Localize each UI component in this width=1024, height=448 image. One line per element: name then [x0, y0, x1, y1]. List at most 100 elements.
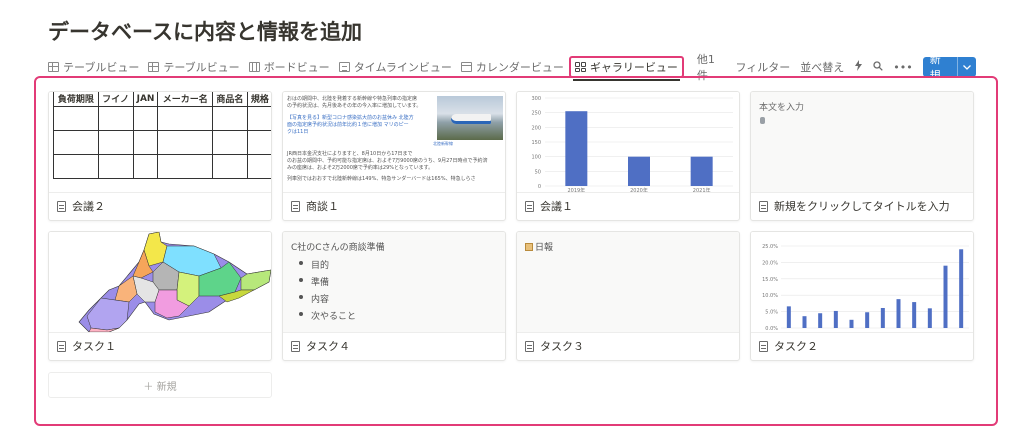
tab-label: カレンダービュー	[475, 61, 564, 74]
card-title: タスク１	[72, 340, 116, 353]
page-icon	[57, 200, 66, 212]
tab-table-view-2[interactable]: テーブルビュー	[148, 59, 240, 75]
timeline-icon	[338, 62, 350, 72]
table-header: メーカー名	[157, 92, 213, 107]
card-preview-daily: 日報	[517, 232, 739, 333]
page-icon	[759, 200, 768, 212]
gallery-card-kaigi-2[interactable]: 負荷期限 フイノ JAN メーカー名 商品名 規格 会議２	[48, 91, 272, 221]
article-line: おはの期間中、北陸を発着する新幹線や特急列車の指定席	[287, 96, 418, 102]
new-button[interactable]: 新規	[922, 53, 976, 82]
tab-gallery-view[interactable]: ギャラリービュー	[568, 56, 684, 81]
gallery-card-task-1[interactable]: タスク１	[48, 231, 272, 361]
table-header: 規格	[246, 92, 271, 107]
tab-label: タイムラインビュー	[353, 61, 452, 74]
card-preview-list: C社のCさんの商談準備 目的 準備 内容 次やること	[283, 232, 505, 333]
article-line: みの座席は、およそ2万2000席で予約率は29%となっています。	[287, 165, 434, 171]
bar-chart-2: 0.0%5.0%10.0%15.0%20.0%25.0%	[762, 244, 969, 332]
card-footer: タスク１	[49, 332, 271, 360]
daily-report: 日報	[525, 240, 553, 253]
article-link-line[interactable]: 【写真を見る】新型コロナ感染拡大前のお盆休み 北陸方	[287, 115, 433, 122]
bar	[818, 313, 823, 328]
sort-button[interactable]: 並べ替え	[800, 59, 844, 75]
table-header: フイノ	[97, 92, 134, 107]
view-toolbar: テーブルビュー テーブルビュー ボードビュー タイムラインビュー カレンダービュ…	[48, 53, 976, 82]
table-header: JAN	[132, 92, 159, 107]
y-tick-label: 150	[531, 140, 541, 146]
article-link-line[interactable]: クは11日	[287, 129, 433, 136]
table-header: 負荷期限	[53, 92, 99, 107]
tab-calendar-view[interactable]: カレンダービュー	[460, 59, 564, 75]
y-tick-label: 100	[531, 155, 541, 161]
article-link-line[interactable]: 面の指定席予約状況は前年比約１倍に増加 マリのピー	[287, 122, 433, 129]
y-tick-label: 20.0%	[762, 260, 778, 266]
chevron-down-icon[interactable]	[957, 57, 976, 77]
table-header: 商品名	[211, 92, 248, 107]
card-preview-table: 負荷期限 フイノ JAN メーカー名 商品名 規格	[49, 92, 271, 193]
bar-chart-1: 0501001502002503002019年 2020年 2021年	[531, 96, 733, 192]
tab-label: ボードビュー	[263, 61, 330, 74]
y-tick-label: 200	[531, 125, 541, 131]
list-item: 次やること	[299, 309, 356, 326]
card-footer: タスク２	[751, 332, 973, 360]
y-tick-label: 250	[531, 111, 541, 117]
tab-table-view-1[interactable]: テーブルビュー	[48, 59, 139, 75]
gallery-card-new-untitled[interactable]: 本文を入力 新規をクリックしてタイトルを入力	[750, 91, 974, 221]
bar	[565, 111, 588, 186]
list-item: 準備	[299, 275, 356, 292]
photo-caption: 北陸新幹線	[433, 141, 453, 146]
card-title: 商談１	[306, 200, 339, 213]
y-tick-label: 0	[538, 184, 541, 190]
y-tick-label: 15.0%	[762, 277, 778, 283]
bar	[896, 299, 901, 328]
tab-timeline-view[interactable]: タイムラインビュー	[338, 59, 452, 75]
list-title: C社のCさんの商談準備	[291, 243, 385, 253]
card-title: タスク２	[774, 340, 818, 353]
gallery-card-task-4[interactable]: C社のCさんの商談準備 目的 準備 内容 次やること タスク４	[282, 231, 506, 361]
bar	[690, 156, 713, 186]
tab-board-view[interactable]: ボードビュー	[248, 59, 330, 75]
train-photo	[437, 96, 503, 140]
y-tick-label: 25.0%	[762, 244, 778, 250]
add-new-card-button[interactable]: ＋ 新規	[48, 372, 272, 398]
page-icon	[291, 200, 300, 212]
page-icon	[525, 340, 534, 352]
list-item: 内容	[299, 292, 356, 309]
card-title: タスク４	[306, 340, 350, 353]
bar	[959, 249, 964, 328]
bar	[802, 316, 807, 328]
preview-table: 負荷期限 フイノ JAN メーカー名 商品名 規格	[53, 92, 271, 179]
daily-report-label: 日報	[535, 243, 554, 253]
article-preview: おはの期間中、北陸を発着する新幹線や特急列車の指定席 の予約状況は、先月後あその…	[287, 96, 503, 183]
gallery-card-task-2[interactable]: 0.0% 5.0% 10.0% 15.0% 20.0% 25.0% タスク２	[750, 231, 974, 361]
gallery-card-shodan-1[interactable]: おはの期間中、北陸を発着する新幹線や特急列車の指定席 の予約状況は、先月後あその…	[282, 91, 506, 221]
table-icon	[48, 62, 59, 72]
list-item: 目的	[299, 258, 356, 275]
bar	[912, 302, 917, 328]
bar	[943, 265, 948, 328]
bullet-list: 目的 準備 内容 次やること	[299, 258, 356, 326]
filter-button[interactable]: フィルター	[736, 59, 791, 75]
lightning-icon[interactable]	[854, 60, 863, 74]
card-preview-bar-chart: 0 50 100 150 200 250 300 2019年 2020年 2021年	[517, 92, 739, 193]
search-icon[interactable]	[873, 60, 884, 74]
bar	[628, 156, 650, 186]
gallery-icon	[574, 62, 586, 72]
tab-label: テーブルビュー	[163, 61, 240, 74]
card-title: 会議１	[540, 200, 573, 213]
table-icon	[148, 62, 160, 72]
gallery-card-task-3[interactable]: 日報 タスク３	[516, 231, 740, 361]
bar	[865, 312, 870, 328]
article-line: のお盆の期間中、予約可能な指定席は、およそ7万9000席のうち、9月27日時点で…	[287, 158, 488, 164]
ellipsis-icon[interactable]: •••	[893, 61, 912, 74]
tab-label: ギャラリービュー	[589, 61, 678, 74]
gallery-card-kaigi-1[interactable]: 0 50 100 150 200 250 300 2019年 2020年 2021年 会議１	[516, 91, 740, 221]
page-title: データベースに内容と情報を追加	[48, 20, 362, 44]
card-preview-map	[49, 232, 271, 333]
y-tick-label: 10.0%	[762, 293, 778, 299]
card-title: 新規をクリックしてタイトルを入力	[774, 200, 950, 213]
bar	[849, 319, 854, 328]
article-line: の予約状況は、先月後あその年の今入率に増加しています。	[287, 103, 422, 109]
tab-label: テーブルビュー	[63, 61, 140, 74]
page-icon	[291, 340, 300, 352]
bar	[833, 310, 838, 328]
